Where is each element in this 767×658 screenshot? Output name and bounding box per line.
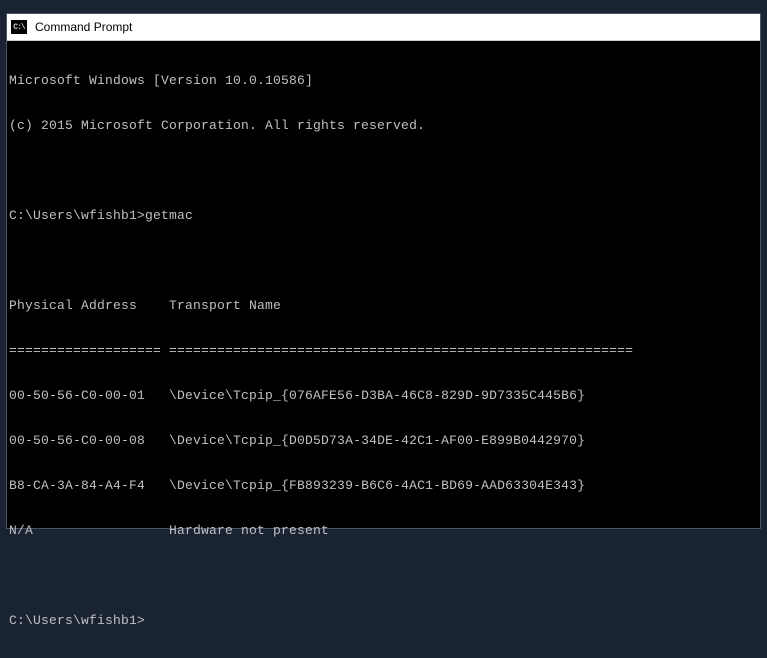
copyright-line: (c) 2015 Microsoft Corporation. All righ… xyxy=(9,118,760,133)
app-icon-text: C:\ xyxy=(13,23,24,32)
physical-address: B8-CA-3A-84-A4-F4 xyxy=(9,478,145,493)
version-line: Microsoft Windows [Version 10.0.10586] xyxy=(9,73,760,88)
command-line-2[interactable]: C:\Users\wfishb1> xyxy=(9,613,760,628)
blank-line xyxy=(9,568,760,583)
transport-name: \Device\Tcpip_{FB893239-B6C6-4AC1-BD69-A… xyxy=(145,478,585,493)
physical-address: 00-50-56-C0-00-08 xyxy=(9,433,145,448)
prompt: C:\Users\wfishb1> xyxy=(9,613,145,628)
prompt: C:\Users\wfishb1> xyxy=(9,208,145,223)
table-row: 00-50-56-C0-00-01 \Device\Tcpip_{076AFE5… xyxy=(9,388,760,403)
table-row: B8-CA-3A-84-A4-F4 \Device\Tcpip_{FB89323… xyxy=(9,478,760,493)
window-title: Command Prompt xyxy=(35,20,132,34)
physical-address: 00-50-56-C0-00-01 xyxy=(9,388,145,403)
transport-name: \Device\Tcpip_{076AFE56-D3BA-46C8-829D-9… xyxy=(145,388,585,403)
blank-line xyxy=(9,163,760,178)
table-divider: =================== ====================… xyxy=(9,343,760,358)
command-prompt-window: C:\ Command Prompt Microsoft Windows [Ve… xyxy=(6,13,761,529)
blank-line xyxy=(9,253,760,268)
table-header: Physical Address Transport Name xyxy=(9,298,760,313)
command-input: getmac xyxy=(145,208,193,223)
table-row: 00-50-56-C0-00-08 \Device\Tcpip_{D0D5D73… xyxy=(9,433,760,448)
terminal-output[interactable]: Microsoft Windows [Version 10.0.10586] (… xyxy=(7,41,760,658)
title-bar[interactable]: C:\ Command Prompt xyxy=(7,14,760,41)
transport-name: \Device\Tcpip_{D0D5D73A-34DE-42C1-AF00-E… xyxy=(145,433,585,448)
app-icon: C:\ xyxy=(11,20,27,34)
command-line-1: C:\Users\wfishb1>getmac xyxy=(9,208,760,223)
